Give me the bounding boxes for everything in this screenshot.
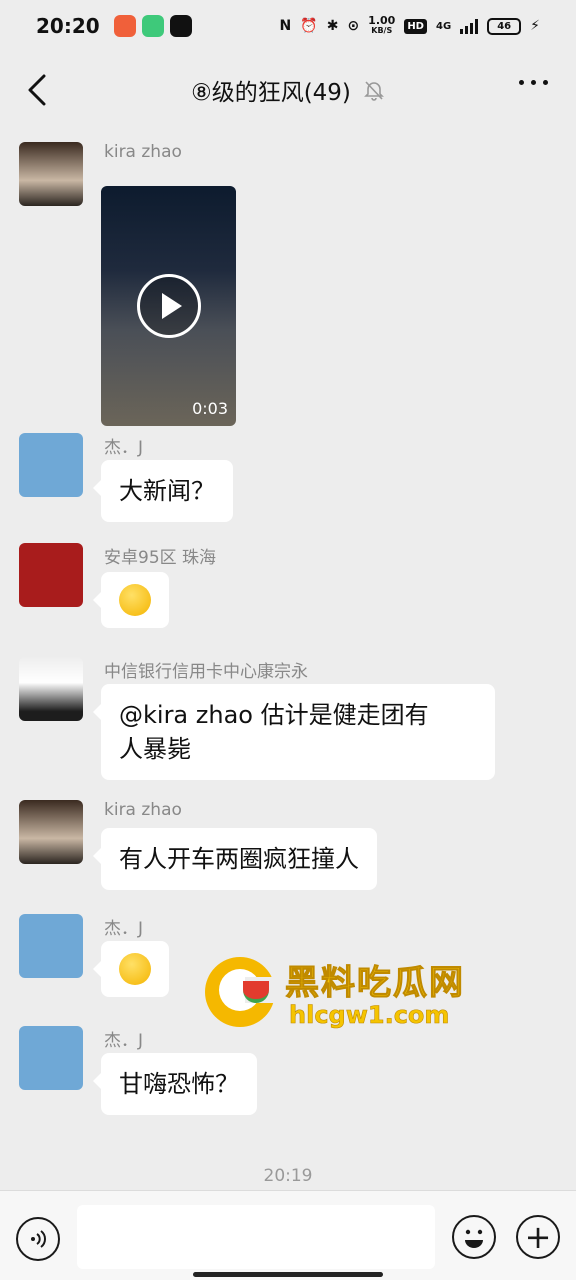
chat-title: ⑧级的狂风(49) xyxy=(191,73,385,107)
shocked-emoji-icon xyxy=(119,584,151,616)
emoji-button[interactable] xyxy=(452,1215,496,1259)
video-message[interactable]: 0:03 xyxy=(101,186,236,426)
message-timestamp: 20:19 xyxy=(263,1166,313,1186)
watermark: 黑料吃瓜网 hlcgw1.com xyxy=(205,955,495,1035)
avatar[interactable] xyxy=(19,433,83,497)
sender-name: kira zhao xyxy=(104,800,182,820)
play-button[interactable] xyxy=(137,274,201,338)
message-bubble[interactable] xyxy=(93,572,169,628)
bluetooth-icon: ✱ xyxy=(326,18,339,34)
message-bubble[interactable]: 甘嗨恐怖？ xyxy=(93,1053,257,1115)
charging-icon: ⚡ xyxy=(530,18,540,34)
play-icon xyxy=(162,293,182,319)
avatar[interactable] xyxy=(19,800,83,864)
network-type: 4G xyxy=(435,20,452,32)
status-icons: N ⏰ ✱ ⊙ 1.00 KB/S HD 4G 46 ⚡ xyxy=(279,14,540,36)
message-bubble[interactable]: 有人开车两圈疯狂撞人 xyxy=(93,828,377,890)
alarm-icon: ⏰ xyxy=(300,18,318,34)
plus-icon: + xyxy=(524,1218,552,1256)
video-duration: 0:03 xyxy=(192,399,228,418)
message-item: 安卓95区 珠海 xyxy=(0,543,576,643)
smiley-icon xyxy=(465,1229,483,1248)
sender-name: 杰．J xyxy=(104,438,144,458)
sender-name: 杰．J xyxy=(104,1031,144,1051)
message-bubble[interactable]: 大新闻？ xyxy=(93,460,233,522)
watermark-title: 黑料吃瓜网 xyxy=(285,963,465,1004)
chat-header: ⑧级的狂风(49) xyxy=(0,52,576,128)
message-item: kira zhao 0:03 xyxy=(0,142,576,442)
plus-button[interactable]: + xyxy=(516,1215,560,1259)
tiktok-icon xyxy=(169,15,192,37)
chat-title-text: ⑧级的狂风(49) xyxy=(191,80,351,106)
avatar[interactable] xyxy=(19,914,83,978)
home-indicator[interactable] xyxy=(193,1272,383,1277)
message-text: 大新闻？ xyxy=(119,477,215,505)
net-speed: 1.00 KB/S xyxy=(368,14,396,35)
battery-icon: 46 xyxy=(487,17,522,35)
message-text: 人暴毙 xyxy=(119,735,191,763)
sender-name: 中信银行信用卡中心康宗永 xyxy=(104,662,308,682)
more-dot xyxy=(531,80,536,85)
more-dot xyxy=(519,80,524,85)
bell-off-icon xyxy=(363,81,384,101)
location-icon: ⊙ xyxy=(347,18,360,34)
message-item: 中信银行信用卡中心康宗永 @kira zhao 估计是健走团有 人暴毙 xyxy=(0,657,576,787)
avatar[interactable] xyxy=(19,142,83,206)
voice-icon xyxy=(31,1230,46,1248)
back-button[interactable] xyxy=(22,72,52,108)
chevron-left-icon xyxy=(28,74,46,106)
message-text: 有人开车两圈疯狂撞人 xyxy=(119,845,359,873)
message-item: 杰．J 甘嗨恐怖？ xyxy=(0,1026,576,1126)
sender-name: kira zhao xyxy=(104,142,182,162)
voice-button[interactable] xyxy=(16,1217,60,1261)
message-item: 杰．J 大新闻？ xyxy=(0,433,576,533)
status-time: 20:20 xyxy=(36,14,100,38)
more-options-button[interactable] xyxy=(519,80,548,85)
app-notification-icon xyxy=(113,15,136,37)
avatar[interactable] xyxy=(19,657,83,721)
avatar[interactable] xyxy=(19,1026,83,1090)
sender-name: 杰．J xyxy=(104,919,144,939)
nfc-icon: N xyxy=(279,18,292,34)
input-bar: + xyxy=(0,1190,576,1280)
phone-app-icon xyxy=(141,15,164,37)
message-item: kira zhao 有人开车两圈疯狂撞人 xyxy=(0,800,576,900)
message-input[interactable] xyxy=(77,1205,435,1269)
hd-badge: HD xyxy=(404,18,427,34)
more-dot xyxy=(543,80,548,85)
message-text: 估计是健走团有 xyxy=(252,701,429,729)
avatar[interactable] xyxy=(19,543,83,607)
signal-icon xyxy=(460,18,479,34)
message-text: 甘嗨恐怖？ xyxy=(119,1070,239,1098)
message-bubble[interactable] xyxy=(93,941,169,997)
status-bar: 20:20 N ⏰ ✱ ⊙ 1.00 KB/S HD 4G 46 ⚡ xyxy=(0,0,576,52)
laugh-cry-emoji-icon xyxy=(119,953,151,985)
sender-name: 安卓95区 珠海 xyxy=(104,548,217,568)
message-bubble[interactable]: @kira zhao 估计是健走团有 人暴毙 xyxy=(93,684,495,780)
watermark-url: hlcgw1.com xyxy=(289,1001,450,1030)
mention-text: @kira zhao xyxy=(119,701,253,729)
